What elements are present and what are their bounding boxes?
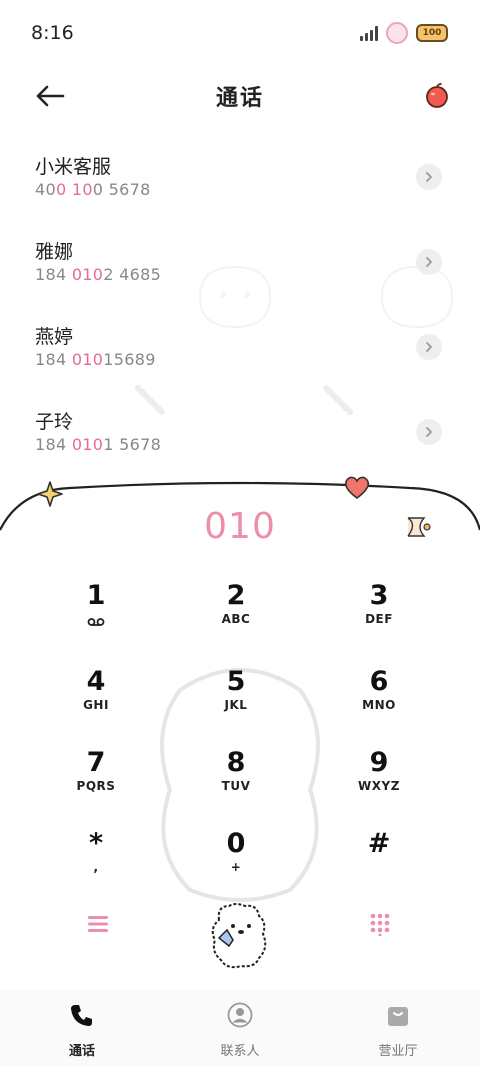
key-letters: + bbox=[230, 860, 242, 874]
wifi-icon bbox=[386, 22, 408, 44]
status-bar: 8:16 100 bbox=[0, 0, 480, 64]
key-letters: MNO bbox=[362, 698, 396, 712]
contact-name: 雅娜 bbox=[35, 241, 74, 263]
status-time: 8:16 bbox=[31, 22, 74, 44]
contact-detail-button[interactable] bbox=[416, 164, 442, 190]
header: 通话 bbox=[0, 64, 480, 128]
star-icon bbox=[37, 481, 63, 507]
key-hash[interactable]: # bbox=[324, 828, 434, 898]
key-letters: ABC bbox=[221, 612, 251, 626]
contact-name: 子玲 bbox=[35, 411, 74, 433]
nav-label: 通话 bbox=[68, 1044, 95, 1059]
nav-label: 联系人 bbox=[220, 1044, 260, 1059]
key-digit: # bbox=[367, 828, 391, 859]
theme-button[interactable] bbox=[424, 82, 450, 108]
key-digit: 3 bbox=[369, 580, 389, 611]
dialpad-toggle-icon[interactable] bbox=[369, 912, 391, 936]
bottom-nav: 通话 联系人 营业厅 bbox=[0, 990, 480, 1067]
key-5[interactable]: 5 JKL bbox=[181, 666, 291, 736]
contact-item[interactable]: 小米客服 400 100 5678 bbox=[0, 142, 480, 227]
key-letters: GHI bbox=[83, 698, 109, 712]
contact-list: 小米客服 400 100 5678 雅娜 184 0102 4685 燕婷 18… bbox=[0, 142, 480, 482]
key-0[interactable]: 0 + bbox=[181, 828, 291, 898]
signal-icon bbox=[360, 25, 378, 41]
key-6[interactable]: 6 MNO bbox=[324, 666, 434, 736]
key-digit: 2 bbox=[226, 580, 246, 611]
key-digit: 5 bbox=[226, 666, 246, 697]
contact-number: 184 0102 4685 bbox=[35, 265, 162, 284]
contact-number: 400 100 5678 bbox=[35, 180, 151, 199]
nav-label: 营业厅 bbox=[378, 1044, 418, 1059]
nav-item-contacts[interactable]: 联系人 bbox=[190, 1002, 290, 1059]
key-8[interactable]: 8 TUV bbox=[181, 747, 291, 817]
person-icon bbox=[227, 1002, 253, 1028]
chevron-right-icon bbox=[426, 172, 432, 182]
page-title: 通话 bbox=[215, 86, 264, 111]
contact-detail-button[interactable] bbox=[416, 334, 442, 360]
dial-input-display[interactable]: 010 bbox=[0, 506, 480, 547]
key-3[interactable]: 3 DEF bbox=[324, 580, 434, 650]
key-4[interactable]: 4 GHI bbox=[41, 666, 151, 736]
chevron-right-icon bbox=[426, 342, 432, 352]
contact-item[interactable]: 燕婷 184 01015689 bbox=[0, 312, 480, 397]
menu-icon[interactable] bbox=[87, 914, 109, 934]
contact-detail-button[interactable] bbox=[416, 249, 442, 275]
dialpad-controls bbox=[0, 900, 480, 980]
heart-icon bbox=[344, 476, 370, 499]
contact-name: 小米客服 bbox=[35, 156, 112, 178]
key-digit: 0 bbox=[226, 828, 246, 859]
key-letters: JKL bbox=[224, 698, 248, 712]
nav-item-store[interactable]: 营业厅 bbox=[348, 1002, 448, 1059]
key-letters: DEF bbox=[365, 612, 393, 626]
contact-item[interactable]: 雅娜 184 0102 4685 bbox=[0, 227, 480, 312]
apple-icon bbox=[426, 83, 448, 108]
contact-number: 184 0101 5678 bbox=[35, 435, 162, 454]
contact-number: 184 01015689 bbox=[35, 350, 156, 369]
key-star[interactable]: * , bbox=[41, 828, 151, 898]
key-digit: 4 bbox=[86, 666, 106, 697]
key-9[interactable]: 9 WXYZ bbox=[324, 747, 434, 817]
voicemail-icon bbox=[87, 618, 105, 626]
key-digit: 9 bbox=[369, 747, 389, 778]
key-letters: PQRS bbox=[76, 779, 116, 793]
chevron-right-icon bbox=[426, 257, 432, 267]
chevron-right-icon bbox=[426, 427, 432, 437]
key-1[interactable]: 1 bbox=[41, 580, 151, 650]
key-digit: 7 bbox=[86, 747, 106, 778]
status-icons: 100 bbox=[360, 22, 448, 44]
call-button[interactable] bbox=[205, 900, 275, 972]
battery-icon: 100 bbox=[416, 24, 448, 42]
key-digit: 8 bbox=[226, 747, 246, 778]
dialpad-panel: 010 1 2 ABC 3 DEF 4 GHI 5 JKL 6 MNO 7 PQ… bbox=[0, 470, 480, 990]
nav-item-calls[interactable]: 通话 bbox=[32, 1002, 132, 1059]
shopping-bag-icon bbox=[388, 1007, 408, 1026]
phone-icon bbox=[71, 1005, 92, 1026]
key-letters: WXYZ bbox=[358, 779, 400, 793]
key-letters: , bbox=[93, 860, 99, 874]
key-digit: 6 bbox=[369, 666, 389, 697]
key-digit: * bbox=[88, 828, 104, 859]
contact-name: 燕婷 bbox=[35, 326, 74, 348]
key-letters: TUV bbox=[221, 779, 251, 793]
key-digit: 1 bbox=[86, 580, 106, 611]
key-7[interactable]: 7 PQRS bbox=[41, 747, 151, 817]
key-2[interactable]: 2 ABC bbox=[181, 580, 291, 650]
contact-detail-button[interactable] bbox=[416, 419, 442, 445]
